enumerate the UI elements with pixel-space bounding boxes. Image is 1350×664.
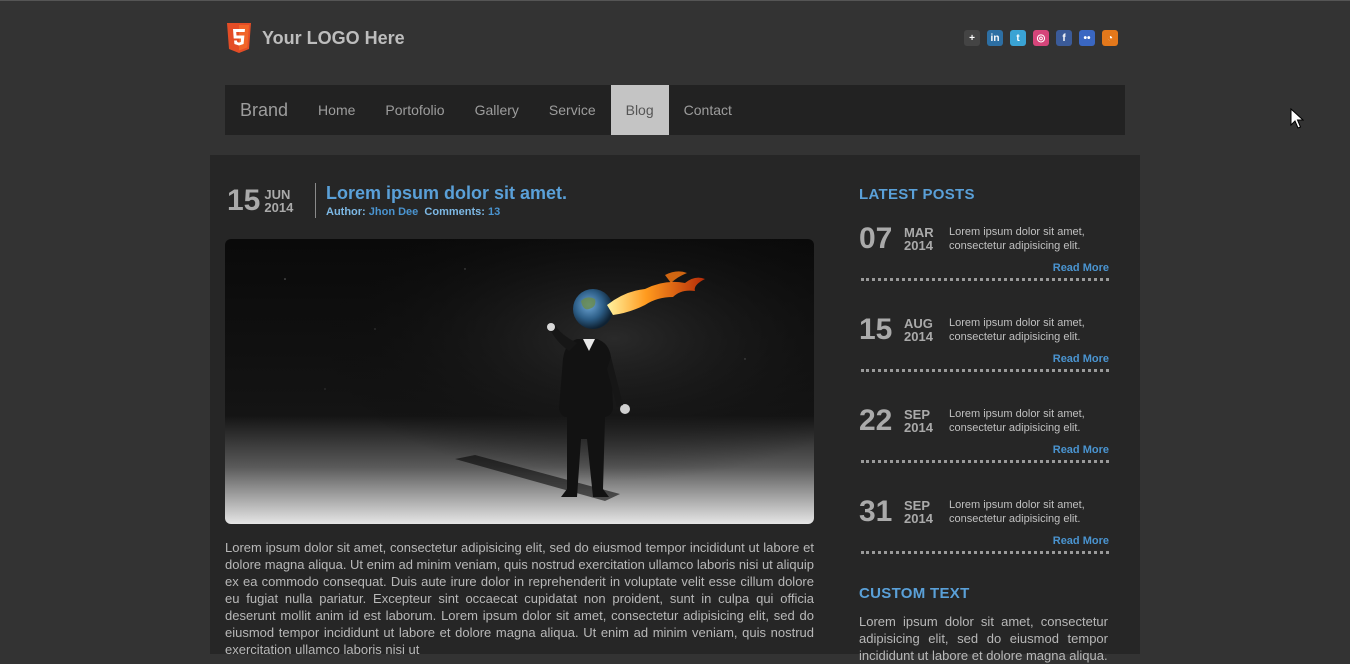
latest-post-item: 31 SEP 2014 Lorem ipsum dolor sit amet, c… <box>859 495 1109 586</box>
dotted-divider <box>861 278 1109 281</box>
latest-post-year: 2014 <box>904 329 933 344</box>
latest-post-item: 22 SEP 2014 Lorem ipsum dolor sit amet, c… <box>859 404 1109 495</box>
main-navbar: Brand Home Portofolio Gallery Service Bl… <box>225 85 1125 135</box>
social-links: + in t ◎ f •• ◔ <box>964 30 1118 46</box>
latest-post-year: 2014 <box>904 511 933 526</box>
dotted-divider <box>861 551 1109 554</box>
nav-item-gallery[interactable]: Gallery <box>460 85 534 135</box>
nav-item-home[interactable]: Home <box>303 85 370 135</box>
comments-label: Comments: <box>424 206 485 218</box>
post-month-year: JUN 2014 <box>264 188 293 214</box>
latest-posts-heading: LATEST POSTS <box>859 186 975 203</box>
mouse-cursor-icon <box>1290 107 1305 134</box>
nav-brand[interactable]: Brand <box>225 85 303 135</box>
post-featured-image <box>225 239 814 524</box>
latest-post-month-year: SEP 2014 <box>904 408 933 434</box>
post-meta: Author: Jhon Dee Comments: 13 <box>326 206 500 218</box>
latest-post-month-year: MAR 2014 <box>904 226 934 252</box>
facebook-icon[interactable]: f <box>1056 30 1072 46</box>
top-border <box>0 0 1350 1</box>
author-label: Author: <box>326 206 366 218</box>
latest-post-day: 22 <box>859 404 893 437</box>
custom-text-heading: CUSTOM TEXT <box>859 585 970 602</box>
latest-post-item: 15 AUG 2014 Lorem ipsum dolor sit amet, c… <box>859 313 1109 404</box>
post-day: 15 <box>227 184 261 217</box>
flickr-icon[interactable]: •• <box>1079 30 1095 46</box>
read-more-link[interactable]: Read More <box>1053 353 1109 365</box>
latest-post-day: 31 <box>859 495 893 528</box>
latest-post-item: 07 MAR 2014 Lorem ipsum dolor sit amet, c… <box>859 222 1109 313</box>
logo-text: Your LOGO Here <box>262 27 405 48</box>
dotted-divider <box>861 369 1109 372</box>
latest-post-month-year: SEP 2014 <box>904 499 933 525</box>
post-date-divider <box>315 183 316 218</box>
dotted-divider <box>861 460 1109 463</box>
nav-item-service[interactable]: Service <box>534 85 611 135</box>
latest-post-day: 15 <box>859 313 893 346</box>
latest-post-excerpt: Lorem ipsum dolor sit amet, consectetur … <box>949 499 1085 525</box>
author-link[interactable]: Jhon Dee <box>369 206 419 218</box>
dribbble-icon[interactable]: ◎ <box>1033 30 1049 46</box>
latest-post-year: 2014 <box>904 238 933 253</box>
custom-text-body: Lorem ipsum dolor sit amet, consectetur … <box>859 614 1108 663</box>
latest-post-day: 07 <box>859 222 893 255</box>
post-year: 2014 <box>264 200 294 215</box>
post-title[interactable]: Lorem ipsum dolor sit amet. <box>326 183 567 204</box>
latest-post-month-year: AUG 2014 <box>904 317 933 343</box>
google-plus-icon[interactable]: + <box>964 30 980 46</box>
post-date: 15 JUN 2014 <box>227 183 293 219</box>
nav-item-blog[interactable]: Blog <box>610 85 669 135</box>
read-more-link[interactable]: Read More <box>1053 444 1109 456</box>
post-body: Lorem ipsum dolor sit amet, consectetur … <box>225 540 814 657</box>
comments-count[interactable]: 13 <box>488 206 500 218</box>
logo[interactable]: Your LOGO Here <box>226 23 405 53</box>
latest-post-excerpt: Lorem ipsum dolor sit amet, consectetur … <box>949 408 1085 434</box>
latest-post-year: 2014 <box>904 420 933 435</box>
nav-item-portofolio[interactable]: Portofolio <box>370 85 459 135</box>
rss-icon[interactable]: ◔ <box>1102 30 1118 46</box>
html5-shield-icon <box>226 23 252 53</box>
read-more-link[interactable]: Read More <box>1053 535 1109 547</box>
latest-post-excerpt: Lorem ipsum dolor sit amet, consectetur … <box>949 317 1085 343</box>
twitter-icon[interactable]: t <box>1010 30 1026 46</box>
linkedin-icon[interactable]: in <box>987 30 1003 46</box>
nav-item-contact[interactable]: Contact <box>669 85 747 135</box>
latest-post-excerpt: Lorem ipsum dolor sit amet, consectetur … <box>949 226 1085 252</box>
read-more-link[interactable]: Read More <box>1053 262 1109 274</box>
